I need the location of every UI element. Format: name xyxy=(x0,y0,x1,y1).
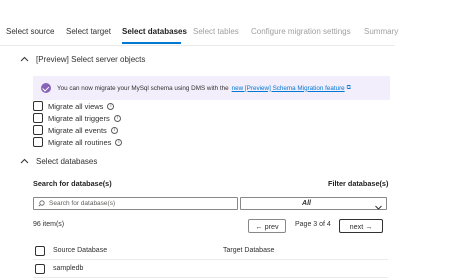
banner-text: You can now migrate your MySql schema us… xyxy=(57,84,229,92)
filter-databases-label: Filter database(s) xyxy=(328,179,389,188)
info-icon[interactable]: i xyxy=(107,102,115,110)
server-objects-section-header[interactable]: [Preview] Select server objects xyxy=(20,55,145,64)
tabs-divider xyxy=(0,45,395,46)
tab-select-target[interactable]: Select target xyxy=(66,27,111,36)
tab-configure-migration-settings: Configure migration settings xyxy=(251,27,351,36)
filter-selected-value: All xyxy=(302,199,311,207)
chevron-up-icon xyxy=(20,157,30,166)
migrate-all-events-label: Migrate all events xyxy=(48,125,107,135)
tab-select-tables: Select tables xyxy=(193,27,239,36)
migrate-all-views-checkbox[interactable] xyxy=(33,101,43,111)
info-icon[interactable]: i xyxy=(115,138,123,146)
migrate-all-views-label: Migrate all views xyxy=(48,101,104,111)
info-icon[interactable]: i xyxy=(113,114,121,122)
chevron-up-icon xyxy=(20,55,30,64)
column-header-target: Target Database xyxy=(223,247,275,254)
databases-table-header: Source Database Target Database xyxy=(33,245,388,257)
migrate-all-events-checkbox[interactable] xyxy=(33,125,43,135)
info-icon[interactable]: i xyxy=(110,126,118,134)
migrate-all-routines-option[interactable]: Migrate all routines i xyxy=(33,137,123,147)
item-count: 96 item(s) xyxy=(33,221,65,228)
migrate-all-triggers-checkbox[interactable] xyxy=(33,113,43,123)
table-divider xyxy=(33,277,388,278)
search-icon xyxy=(38,200,45,207)
column-header-source: Source Database xyxy=(53,247,108,254)
tab-summary: Summary xyxy=(364,27,399,36)
row-checkbox[interactable] xyxy=(35,264,45,274)
tab-select-databases[interactable]: Select databases xyxy=(122,27,187,36)
migrate-all-views-option[interactable]: Migrate all views i xyxy=(33,101,115,111)
migrate-all-routines-label: Migrate all routines xyxy=(48,137,112,147)
migrate-all-triggers-option[interactable]: Migrate all triggers i xyxy=(33,113,121,123)
external-link-icon: ⧉ xyxy=(346,84,351,91)
chevron-down-icon xyxy=(374,199,383,217)
select-all-checkbox[interactable] xyxy=(35,246,45,256)
database-search-box[interactable] xyxy=(33,197,238,210)
tab-select-source[interactable]: Select source xyxy=(6,27,54,36)
wizard-tabs: Select source Select target Select datab… xyxy=(0,0,450,46)
active-tab-indicator xyxy=(122,42,181,44)
select-databases-section-header[interactable]: Select databases xyxy=(20,157,97,166)
search-databases-label: Search for database(s) xyxy=(33,179,112,188)
source-database-cell: sampledb xyxy=(53,265,84,272)
server-objects-title: [Preview] Select server objects xyxy=(36,55,146,64)
next-page-button[interactable]: next → xyxy=(339,219,383,233)
page-indicator: Page 3 of 4 xyxy=(295,221,331,228)
select-databases-title: Select databases xyxy=(36,157,98,166)
filter-databases-dropdown[interactable]: All xyxy=(240,197,387,210)
prev-page-button[interactable]: ← prev xyxy=(248,219,286,233)
migrate-all-triggers-label: Migrate all triggers xyxy=(48,113,110,123)
migrate-all-routines-checkbox[interactable] xyxy=(33,137,43,147)
schema-migration-link[interactable]: new [Preview] Schema Migration feature xyxy=(232,85,345,92)
check-circle-icon xyxy=(41,83,51,93)
database-search-input[interactable] xyxy=(49,200,229,207)
table-row[interactable]: sampledb xyxy=(33,262,388,276)
migrate-all-events-option[interactable]: Migrate all events i xyxy=(33,125,118,135)
schema-migration-banner: You can now migrate your MySql schema us… xyxy=(33,76,390,100)
table-divider xyxy=(33,259,388,260)
